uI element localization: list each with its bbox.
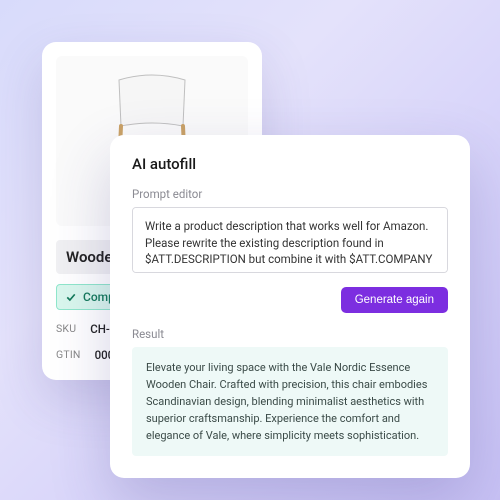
result-label: Result: [132, 327, 448, 341]
result-output: Elevate your living space with the Vale …: [132, 347, 448, 456]
panel-title: AI autofill: [132, 155, 448, 173]
actions-row: Generate again: [132, 287, 448, 313]
prompt-editor-input[interactable]: [132, 207, 448, 273]
prompt-editor-label: Prompt editor: [132, 187, 448, 201]
generate-again-button[interactable]: Generate again: [341, 287, 448, 313]
ai-autofill-panel: AI autofill Prompt editor Generate again…: [110, 135, 470, 478]
check-icon: [65, 291, 77, 303]
gtin-label: GTIN: [56, 348, 81, 362]
sku-label: SKU: [56, 322, 76, 336]
